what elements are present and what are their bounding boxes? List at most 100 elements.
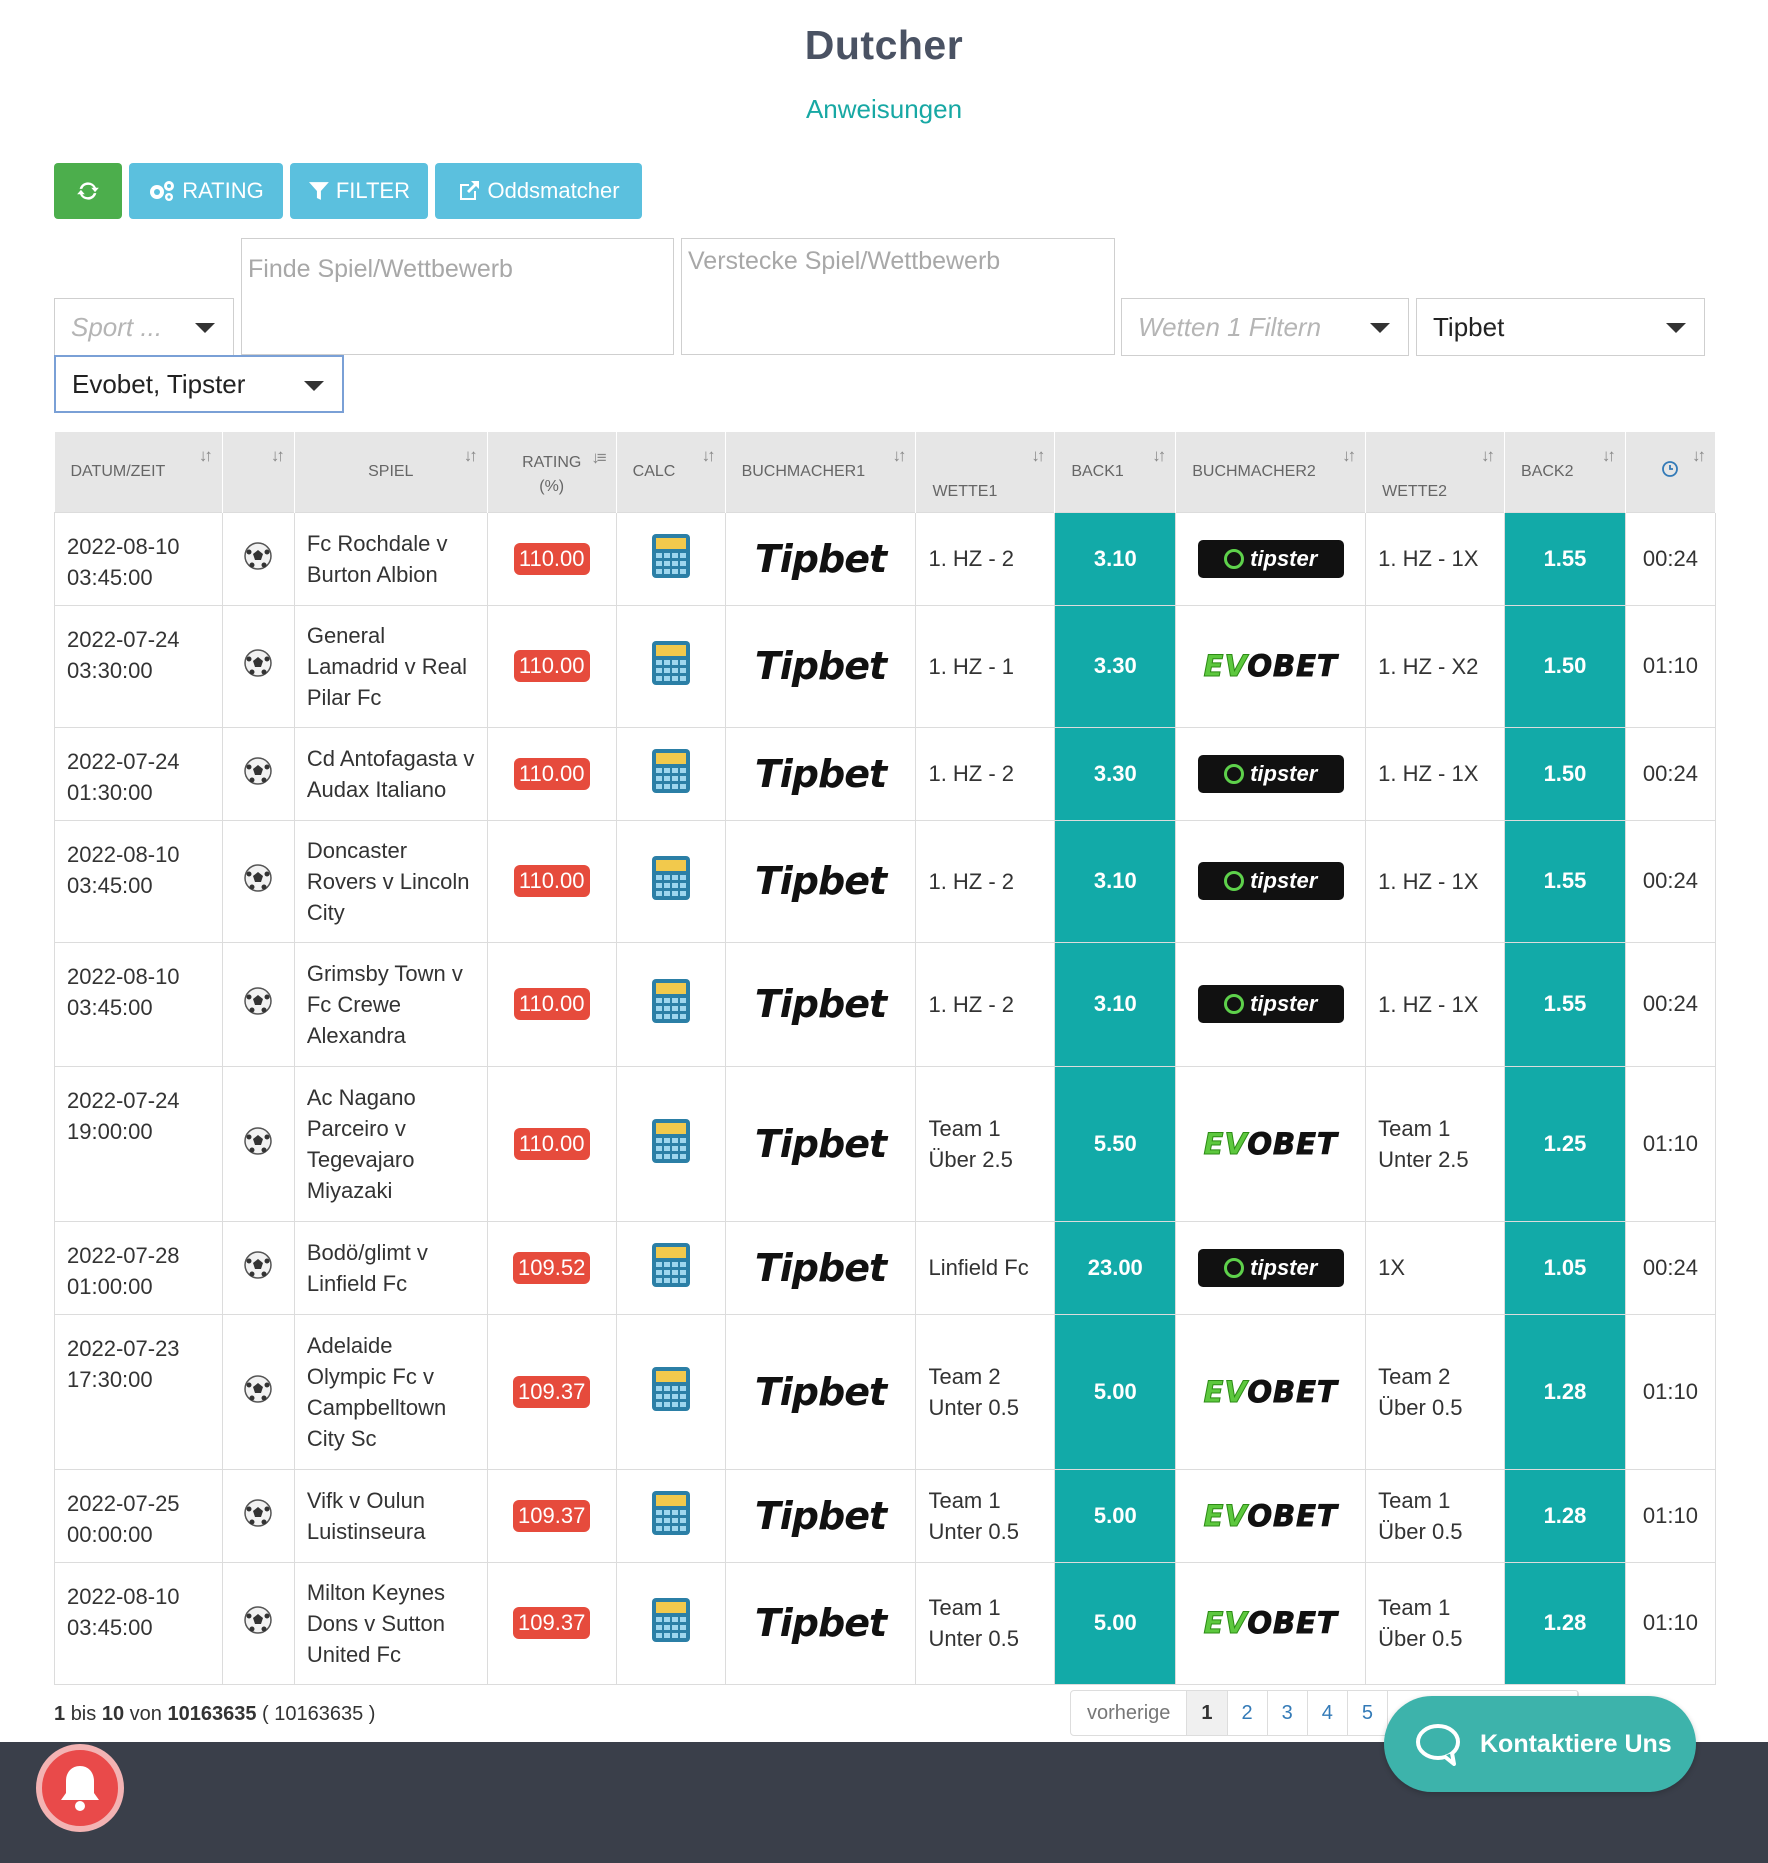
page-4[interactable]: 4 <box>1308 1691 1348 1735</box>
cell-calc[interactable] <box>615 511 726 606</box>
cell-calc[interactable] <box>615 726 726 821</box>
cell-wette1: 1. HZ - 2 <box>915 726 1056 821</box>
col-wette1-label: WETTE1 <box>932 482 998 500</box>
calculator-icon[interactable] <box>651 1490 691 1536</box>
col-rating[interactable]: RATING (%) ↓≡ <box>487 432 617 512</box>
col-wette2-label: WETTE2 <box>1382 482 1448 500</box>
cell-game: Cd Antofagasta v Audax Italiano <box>293 726 488 821</box>
sport-select[interactable]: Sport ... <box>54 298 234 356</box>
chevron-down-icon <box>1370 323 1390 333</box>
cell-back1: 3.10 <box>1054 511 1177 606</box>
cell-calc[interactable] <box>615 1561 726 1685</box>
cell-calc[interactable] <box>615 1065 726 1222</box>
cell-sport <box>221 1220 295 1315</box>
cell-sport <box>221 1065 295 1222</box>
col-back2[interactable]: BACK2 ↓↑ <box>1504 432 1626 512</box>
contact-button[interactable]: Kontaktiere Uns <box>1384 1696 1696 1792</box>
cell-rating: 109.52 <box>486 1220 617 1315</box>
col-wette1[interactable]: WETTE1 ↓↑ <box>915 432 1056 512</box>
evobet-logo: EVOBET <box>1203 1498 1338 1533</box>
refresh-button[interactable] <box>54 163 122 219</box>
page-2[interactable]: 2 <box>1228 1691 1268 1735</box>
col-calc-label: CALC <box>632 462 676 480</box>
prev-page-button[interactable]: vorherige <box>1071 1691 1188 1735</box>
rating-button[interactable]: RATING <box>129 163 283 219</box>
cell-back2: 1.28 <box>1504 1468 1626 1563</box>
col-sport[interactable]: ↓↑ <box>222 432 295 512</box>
calculator-icon[interactable] <box>651 855 691 901</box>
result-bis: bis <box>70 1703 97 1725</box>
cell-wette2: 1. HZ - 1X <box>1365 819 1506 943</box>
cell-rating: 109.37 <box>486 1561 617 1685</box>
cell-datetime: 2022-08-10 03:45:00 <box>54 511 223 606</box>
bookmaker1-select[interactable]: Tipbet <box>1416 298 1705 356</box>
hide-game-input[interactable]: Verstecke Spiel/Wettbewerb <box>681 238 1115 355</box>
rating-badge: 110.00 <box>513 650 590 682</box>
calculator-icon[interactable] <box>651 640 691 686</box>
cell-game: Milton Keynes Dons v Sutton United Fc <box>293 1561 488 1685</box>
cell-calc[interactable] <box>615 941 726 1067</box>
cell-wette1: 1. HZ - 2 <box>915 941 1056 1067</box>
soccer-ball-icon <box>244 649 273 677</box>
cell-back1: 5.50 <box>1054 1065 1177 1222</box>
calculator-icon[interactable] <box>651 1242 691 1288</box>
cell-rating: 110.00 <box>486 726 617 821</box>
tipbet-logo: Tipbet <box>754 1369 887 1414</box>
page-5[interactable]: 5 <box>1348 1691 1389 1735</box>
tipster-logo: tipster <box>1197 754 1344 793</box>
page-1[interactable]: 1 <box>1187 1691 1228 1735</box>
calculator-icon[interactable] <box>651 1118 691 1164</box>
calculator-icon[interactable] <box>651 1366 691 1412</box>
cell-rating: 110.00 <box>486 819 617 943</box>
instructions-link[interactable]: Anweisungen <box>0 94 1768 125</box>
cell-datetime: 2022-07-28 01:00:00 <box>54 1220 223 1315</box>
col-datum[interactable]: DATUM/ZEIT ↓↑ <box>54 432 223 512</box>
calculator-icon[interactable] <box>651 978 691 1024</box>
col-calc[interactable]: CALC ↓↑ <box>616 432 726 512</box>
sort-icon: ↓↑ <box>270 446 285 465</box>
calculator-icon[interactable] <box>651 533 691 579</box>
cell-rating: 110.00 <box>486 511 617 606</box>
cell-calc[interactable] <box>615 1220 726 1315</box>
table-row: 2022-07-24 19:00:00 Ac Nagano Parceiro v T… <box>54 1065 1717 1222</box>
oddsmatcher-button[interactable]: Oddsmatcher <box>435 163 642 219</box>
wetten-filter-select[interactable]: Wetten 1 Filtern <box>1121 298 1409 356</box>
cell-game: Ac Nagano Parceiro v Tegevajaro Miyazaki <box>293 1065 488 1222</box>
cell-rating: 110.00 <box>486 604 617 728</box>
bell-icon <box>61 1766 99 1811</box>
result-to: 10 <box>101 1703 125 1725</box>
rating-badge: 110.00 <box>513 1127 590 1160</box>
col-wette2[interactable]: WETTE2 ↓↑ <box>1365 432 1506 512</box>
tipster-logo-mark <box>1224 1257 1245 1278</box>
notification-bell-button[interactable] <box>36 1744 124 1832</box>
calculator-icon[interactable] <box>651 1597 691 1643</box>
cell-calc[interactable] <box>615 1468 726 1563</box>
clock-icon <box>1662 461 1679 478</box>
cell-sport <box>221 1313 295 1470</box>
filter-button[interactable]: FILTER <box>290 163 428 219</box>
cell-game: Vifk v Oulun Luistinseura <box>293 1468 488 1563</box>
col-bm1[interactable]: BUCHMACHER1 ↓↑ <box>725 432 917 512</box>
find-game-input[interactable]: Finde Spiel/Wettbewerb <box>241 238 674 355</box>
cell-calc[interactable] <box>615 819 726 943</box>
cell-calc[interactable] <box>615 604 726 728</box>
cell-wette1: Team 1 Unter 0.5 <box>915 1468 1056 1563</box>
bookmaker2-select[interactable]: Evobet, Tipster <box>54 355 344 413</box>
result-total-paren: ( 10163635 ) <box>262 1703 376 1725</box>
col-spiel[interactable]: SPIEL ↓↑ <box>294 432 488 512</box>
bookmaker1-value: Tipbet <box>1433 311 1505 342</box>
external-link-icon <box>460 181 480 200</box>
sort-icon: ↓↑ <box>1601 446 1616 465</box>
col-bm2[interactable]: BUCHMACHER2 ↓↑ <box>1175 432 1367 512</box>
chevron-down-icon <box>1666 323 1686 333</box>
cell-back1: 3.30 <box>1054 604 1177 728</box>
cell-bookmaker1: Tipbet <box>724 604 917 728</box>
calculator-icon[interactable] <box>651 748 691 794</box>
page-3[interactable]: 3 <box>1268 1691 1308 1735</box>
chevron-down-icon <box>304 381 324 391</box>
col-age[interactable]: ↓↑ <box>1625 432 1717 512</box>
cell-calc[interactable] <box>615 1313 726 1470</box>
filter-icon <box>308 182 329 200</box>
col-back1[interactable]: BACK1 ↓↑ <box>1054 432 1177 512</box>
oddsmatcher-button-label: Oddsmatcher <box>487 178 620 203</box>
